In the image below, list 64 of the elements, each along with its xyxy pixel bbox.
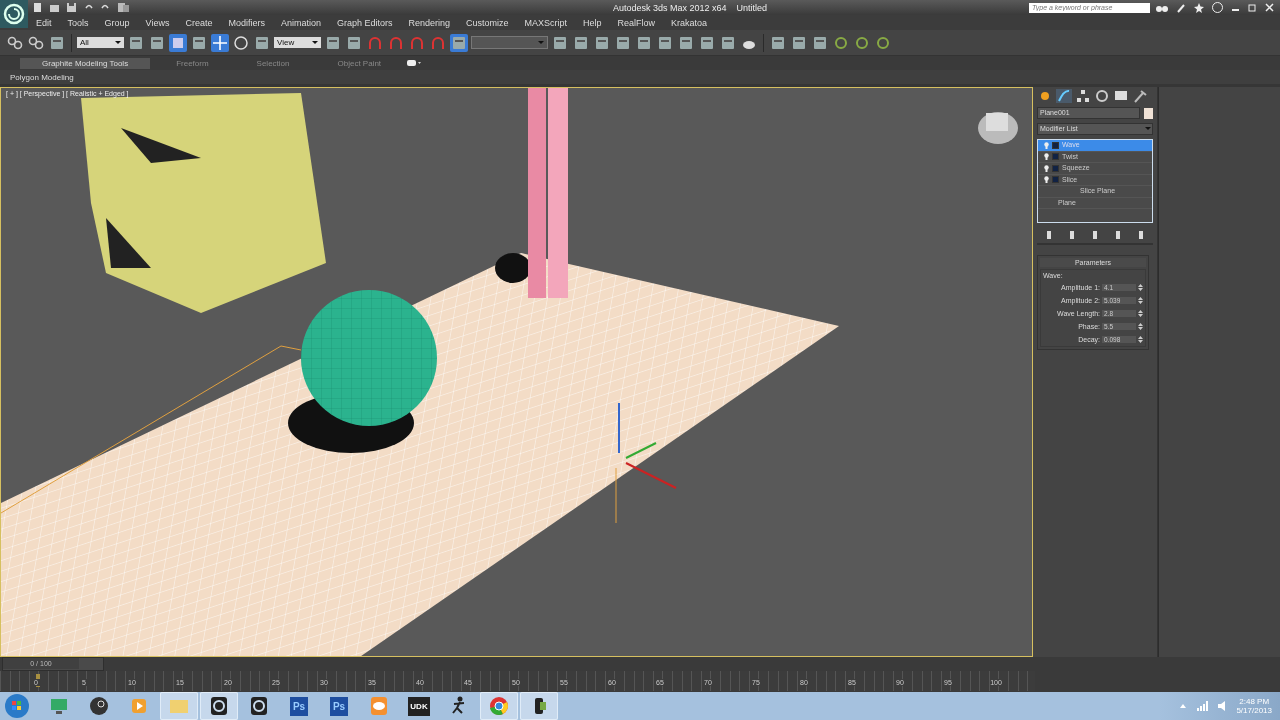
steam-icon [88,695,110,717]
move-icon[interactable] [211,33,229,52]
curve-icon[interactable] [1056,89,1072,103]
taskbar-button[interactable]: Ps [320,692,358,720]
ribbon-tab[interactable]: Freeform [154,57,231,69]
taskbar-button[interactable]: UDK [400,692,438,720]
menu-item[interactable]: Customize [458,17,517,28]
menu-item[interactable]: Views [137,17,178,28]
document-title: Untitled [736,2,768,13]
menu-item[interactable]: Rendering [400,17,459,28]
ribbon-tab[interactable]: Selection [234,57,312,69]
selection-filter-dropdown[interactable]: All [77,37,124,48]
menu-item[interactable]: Create [177,17,221,28]
ribbon-tab[interactable]: Graphite Modeling Tools [20,57,151,69]
hammer-icon[interactable] [1132,89,1148,103]
help-icon[interactable] [1212,2,1223,13]
star-icon[interactable] [1194,2,1204,13]
light-bulb-icon[interactable] [1044,176,1049,184]
app-logo-icon[interactable] [0,0,28,28]
new-file-icon[interactable] [32,2,43,13]
color-swatch[interactable] [1144,107,1153,119]
spinner-arrows-icon[interactable] [1138,296,1143,305]
menu-item[interactable]: Krakatoa [663,17,716,28]
monitor-icon[interactable] [1113,89,1129,103]
window-title: Autodesk 3ds Max 2012 x64 [612,2,727,13]
menu-item[interactable]: MAXScript [516,17,576,28]
light-bulb-icon[interactable] [1044,164,1049,172]
taskbar-button[interactable] [520,692,558,720]
taskbar-button[interactable]: Ps [280,692,318,720]
clock-date: 5/17/2013 [1236,706,1272,715]
ribbon-panel-label[interactable]: Polygon Modeling [10,72,74,82]
light-bulb-icon[interactable] [1044,153,1049,161]
start-button[interactable] [4,693,30,719]
menu-item[interactable]: Modifiers [220,17,273,28]
close-icon[interactable] [1265,3,1274,12]
menu-item[interactable]: RealFlow [609,17,664,28]
menu-item[interactable]: Tools [59,17,97,28]
taskbar-button[interactable] [200,692,238,720]
restore-icon[interactable] [1248,3,1257,12]
ribbon-toggle-icon[interactable] [407,59,422,67]
spinner-arrows-icon[interactable] [1138,309,1143,318]
rectangle-selection-icon[interactable] [169,33,187,52]
edit-selection-icon[interactable] [450,33,468,52]
clock-time: 2:48 PM [1239,697,1270,706]
menu-item[interactable]: Graph Editors [328,17,401,28]
save-icon[interactable] [66,2,77,13]
menu-item[interactable]: Edit [28,17,60,28]
menu-item[interactable]: Help [575,17,610,28]
app-icon: Ps [289,696,309,716]
circle-icon[interactable] [1094,89,1110,103]
app-logo-icon [248,695,270,717]
spinner-arrows-icon[interactable] [1138,283,1143,292]
ribbon-tab[interactable]: Object Paint [315,57,404,69]
menu-item[interactable]: Animation [272,17,329,28]
browser-icon [488,695,510,717]
rotate-icon[interactable] [232,33,250,52]
app-icon: UDK [408,696,430,716]
reference-coordinate-dropdown[interactable]: View [274,37,321,48]
menu-item[interactable]: Group [96,17,138,28]
app-icon: Ps [329,696,349,716]
hierarchy-icon[interactable] [1075,89,1091,103]
app-logo-icon [208,695,230,717]
spinner-arrows-icon[interactable] [1138,322,1143,331]
spinner-arrows-icon[interactable] [1138,335,1143,344]
